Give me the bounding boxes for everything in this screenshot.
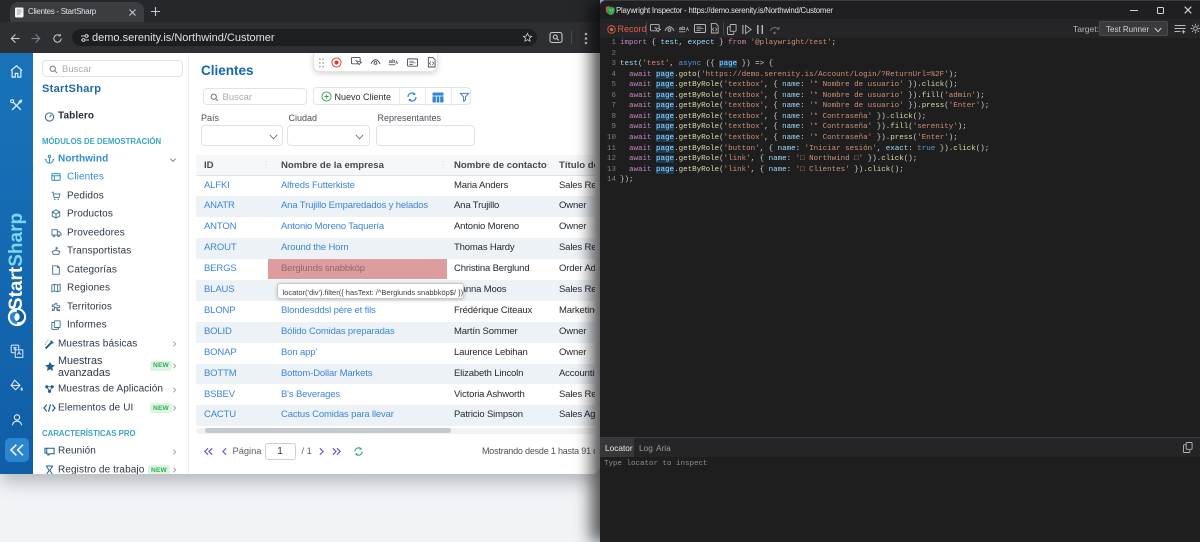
svg-text:ab: ab [389,59,396,65]
svg-text:ab: ab [679,25,686,31]
